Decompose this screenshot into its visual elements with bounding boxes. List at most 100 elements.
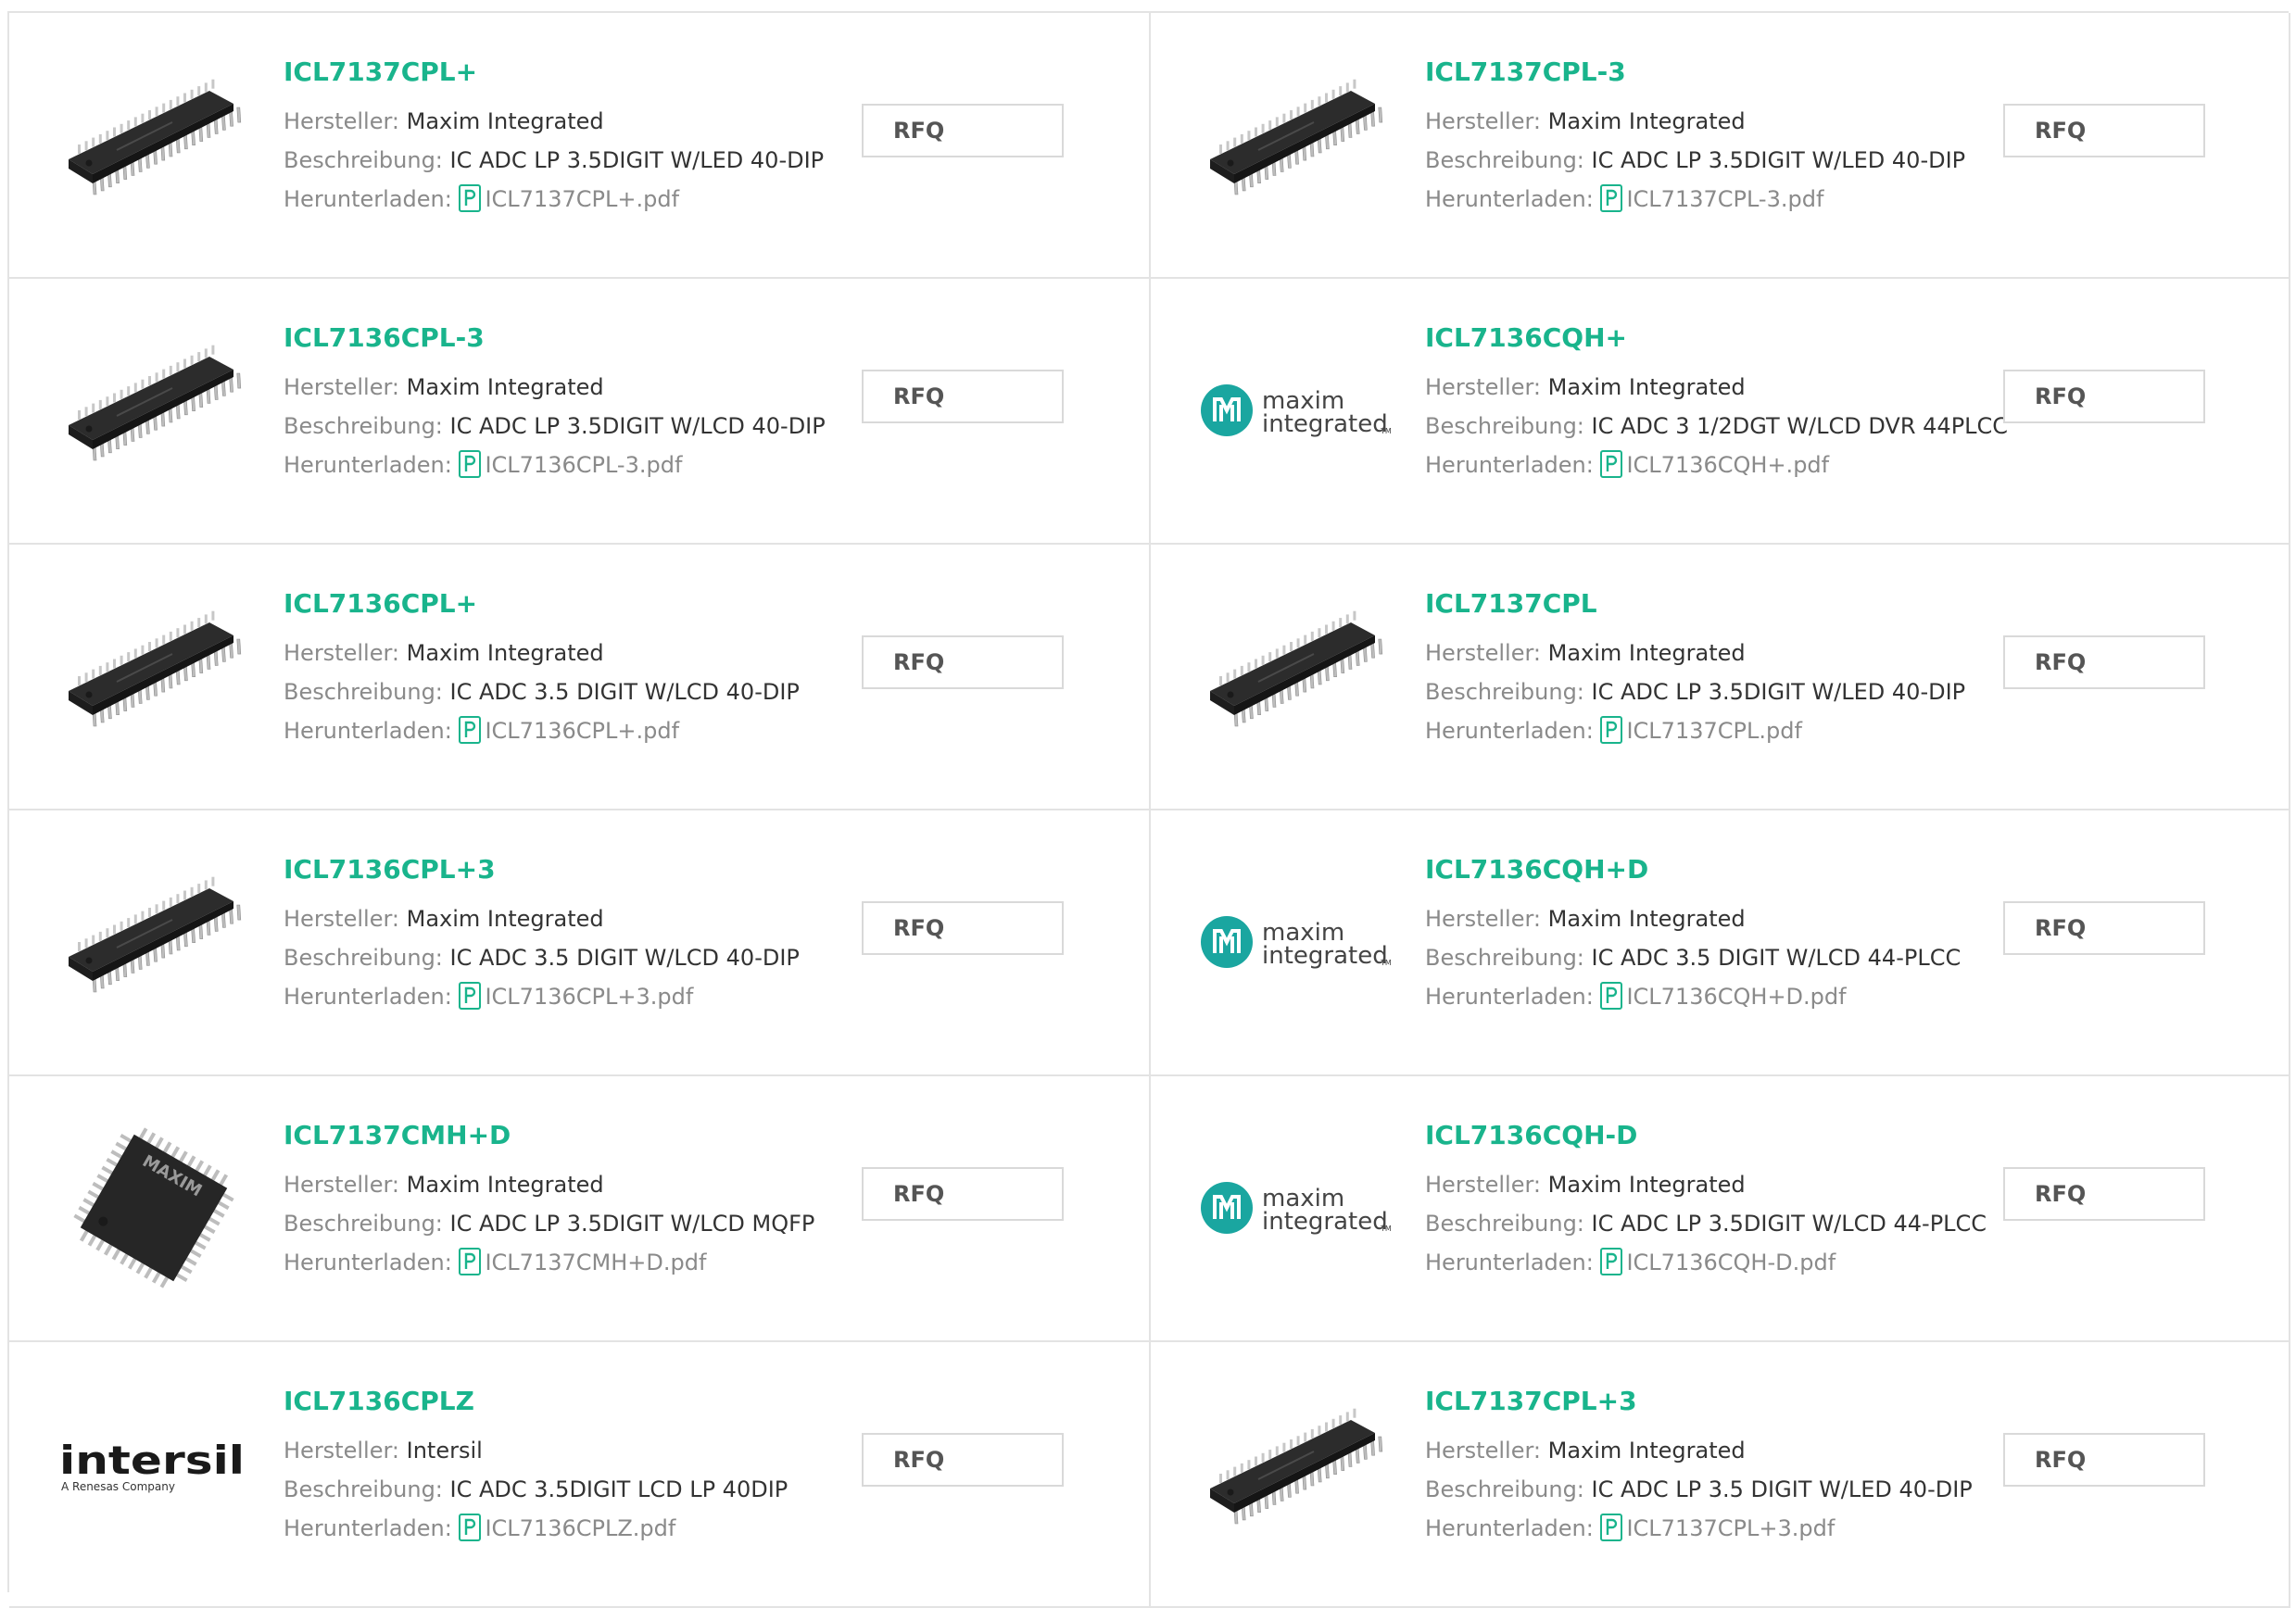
dip40-chip-image[interactable]	[57, 851, 250, 1033]
rfq-button[interactable]: RFQ	[2003, 370, 2205, 423]
product-title-link[interactable]: ICL7136CQH+D	[1425, 853, 2252, 886]
pdf-icon	[1600, 1248, 1623, 1275]
product-card: ICL7136CPL+ Hersteller: Maxim Integrated…	[9, 545, 1151, 810]
download-label: Herunterladen:	[284, 1515, 452, 1541]
download-label: Herunterladen:	[1425, 186, 1594, 212]
download-row: Herunterladen: ICL7137CPL.pdf	[1425, 711, 2252, 750]
product-grid: ICL7137CPL+ Hersteller: Maxim Integrated…	[7, 11, 2290, 1608]
manufacturer-label: Hersteller:	[284, 640, 399, 666]
product-card: maxim integrated TM ICL7136CQH+D Herstelle…	[1151, 810, 2290, 1076]
rfq-button[interactable]: RFQ	[862, 635, 1064, 689]
datasheet-link[interactable]: ICL7136CQH+.pdf	[1600, 450, 1829, 478]
datasheet-filename: ICL7137CPL.pdf	[1626, 718, 1802, 744]
product-title-link[interactable]: ICL7137CPL+	[284, 56, 1112, 89]
product-card: ICL7136CPL+3 Hersteller: Maxim Integrate…	[9, 810, 1151, 1076]
dip40-chip-image[interactable]	[57, 54, 250, 235]
mqfp-chip-image[interactable]: MAXIM	[57, 1117, 250, 1299]
description-value: IC ADC 3.5 DIGIT W/LCD 40-DIP	[449, 679, 800, 705]
rfq-button[interactable]: RFQ	[862, 1167, 1064, 1221]
product-title-link[interactable]: ICL7136CQH+	[1425, 321, 2252, 355]
pdf-icon	[459, 1514, 482, 1541]
datasheet-link[interactable]: ICL7136CPL-3.pdf	[459, 450, 682, 478]
product-title-link[interactable]: ICL7136CPL+3	[284, 853, 1112, 886]
download-row: Herunterladen: ICL7136CPL-3.pdf	[284, 446, 1112, 484]
product-title-link[interactable]: ICL7136CQH-D	[1425, 1119, 2252, 1152]
product-title-link[interactable]: ICL7136CPL-3	[284, 321, 1112, 355]
svg-text:TM: TM	[1380, 959, 1392, 967]
description-value: IC ADC LP 3.5DIGIT W/LCD MQFP	[449, 1211, 815, 1237]
dip40-chip-image[interactable]	[57, 320, 250, 501]
datasheet-link[interactable]: ICL7136CQH-D.pdf	[1600, 1248, 1836, 1275]
rfq-button[interactable]: RFQ	[2003, 1433, 2205, 1487]
description-label: Beschreibung:	[1425, 413, 1584, 439]
svg-text:integrated: integrated	[1262, 1208, 1388, 1236]
datasheet-filename: ICL7136CPL+.pdf	[485, 718, 680, 744]
download-row: Herunterladen: ICL7136CPL+3.pdf	[284, 977, 1112, 1016]
rfq-button[interactable]: RFQ	[862, 1433, 1064, 1487]
manufacturer-value: Maxim Integrated	[1547, 906, 1746, 932]
product-title-link[interactable]: ICL7137CPL-3	[1425, 56, 2252, 89]
description-label: Beschreibung:	[284, 945, 443, 971]
maxim-logo[interactable]: maxim integrated TM	[1199, 1117, 1392, 1299]
manufacturer-label: Hersteller:	[1425, 906, 1541, 932]
dip40-chip-image[interactable]	[1199, 585, 1392, 767]
rfq-button[interactable]: RFQ	[2003, 901, 2205, 955]
datasheet-link[interactable]: ICL7137CPL+.pdf	[459, 184, 679, 212]
product-title-link[interactable]: ICL7137CPL+3	[1425, 1385, 2252, 1418]
datasheet-filename: ICL7136CPLZ.pdf	[485, 1515, 676, 1541]
rfq-button[interactable]: RFQ	[862, 901, 1064, 955]
description-label: Beschreibung:	[1425, 1476, 1584, 1502]
rfq-button[interactable]: RFQ	[2003, 104, 2205, 157]
datasheet-link[interactable]: ICL7137CPL.pdf	[1600, 716, 1802, 744]
product-title-link[interactable]: ICL7136CPLZ	[284, 1385, 1112, 1418]
description-value: IC ADC LP 3.5DIGIT W/LED 40-DIP	[1591, 679, 1966, 705]
manufacturer-label: Hersteller:	[1425, 1172, 1541, 1198]
rfq-button[interactable]: RFQ	[862, 370, 1064, 423]
dip40-chip-image[interactable]	[1199, 1383, 1392, 1564]
intersil-logo[interactable]: intersil A Renesas Company	[57, 1383, 250, 1564]
datasheet-link[interactable]: ICL7136CQH+D.pdf	[1600, 982, 1847, 1010]
product-title-link[interactable]: ICL7137CMH+D	[284, 1119, 1112, 1152]
manufacturer-value: Maxim Integrated	[406, 108, 604, 134]
product-title-link[interactable]: ICL7136CPL+	[284, 587, 1112, 621]
description-value: IC ADC 3 1/2DGT W/LCD DVR 44PLCC	[1591, 413, 2009, 439]
download-label: Herunterladen:	[1425, 1250, 1594, 1275]
description-label: Beschreibung:	[1425, 1211, 1584, 1237]
datasheet-link[interactable]: ICL7137CPL-3.pdf	[1600, 184, 1823, 212]
manufacturer-label: Hersteller:	[284, 108, 399, 134]
description-label: Beschreibung:	[284, 1476, 443, 1502]
manufacturer-label: Hersteller:	[284, 1172, 399, 1198]
maxim-logo[interactable]: maxim integrated TM	[1199, 851, 1392, 1033]
datasheet-filename: ICL7136CPL+3.pdf	[485, 984, 694, 1010]
datasheet-link[interactable]: ICL7137CMH+D.pdf	[459, 1248, 706, 1275]
download-label: Herunterladen:	[284, 984, 452, 1010]
datasheet-link[interactable]: ICL7136CPL+3.pdf	[459, 982, 694, 1010]
maxim-logo[interactable]: maxim integrated TM	[1199, 320, 1392, 501]
download-label: Herunterladen:	[1425, 452, 1594, 478]
download-label: Herunterladen:	[284, 186, 452, 212]
datasheet-link[interactable]: ICL7136CPL+.pdf	[459, 716, 680, 744]
product-title-link[interactable]: ICL7137CPL	[1425, 587, 2252, 621]
description-value: IC ADC LP 3.5DIGIT W/LED 40-DIP	[1591, 147, 1966, 173]
download-label: Herunterladen:	[1425, 718, 1594, 744]
product-card: maxim integrated TM ICL7136CQH-D Herstelle…	[1151, 1076, 2290, 1342]
description-value: IC ADC LP 3.5DIGIT W/LCD 40-DIP	[449, 413, 826, 439]
download-label: Herunterladen:	[284, 452, 452, 478]
datasheet-link[interactable]: ICL7136CPLZ.pdf	[459, 1514, 676, 1541]
description-label: Beschreibung:	[284, 413, 443, 439]
dip40-chip-image[interactable]	[1199, 54, 1392, 235]
download-label: Herunterladen:	[1425, 984, 1594, 1010]
rfq-button[interactable]: RFQ	[2003, 635, 2205, 689]
datasheet-filename: ICL7136CQH-D.pdf	[1626, 1250, 1836, 1275]
rfq-button[interactable]: RFQ	[862, 104, 1064, 157]
download-row: Herunterladen: ICL7136CPL+.pdf	[284, 711, 1112, 750]
manufacturer-label: Hersteller:	[284, 906, 399, 932]
product-card: ICL7137CPL Hersteller: Maxim Integrated …	[1151, 545, 2290, 810]
rfq-button[interactable]: RFQ	[2003, 1167, 2205, 1221]
description-label: Beschreibung:	[284, 147, 443, 173]
download-row: Herunterladen: ICL7137CPL+.pdf	[284, 180, 1112, 219]
pdf-icon	[1600, 1514, 1623, 1541]
datasheet-link[interactable]: ICL7137CPL+3.pdf	[1600, 1514, 1835, 1541]
dip40-chip-image[interactable]	[57, 585, 250, 767]
product-card: MAXIM ICL7137CMH+D Hersteller: Maxim Int…	[9, 1076, 1151, 1342]
